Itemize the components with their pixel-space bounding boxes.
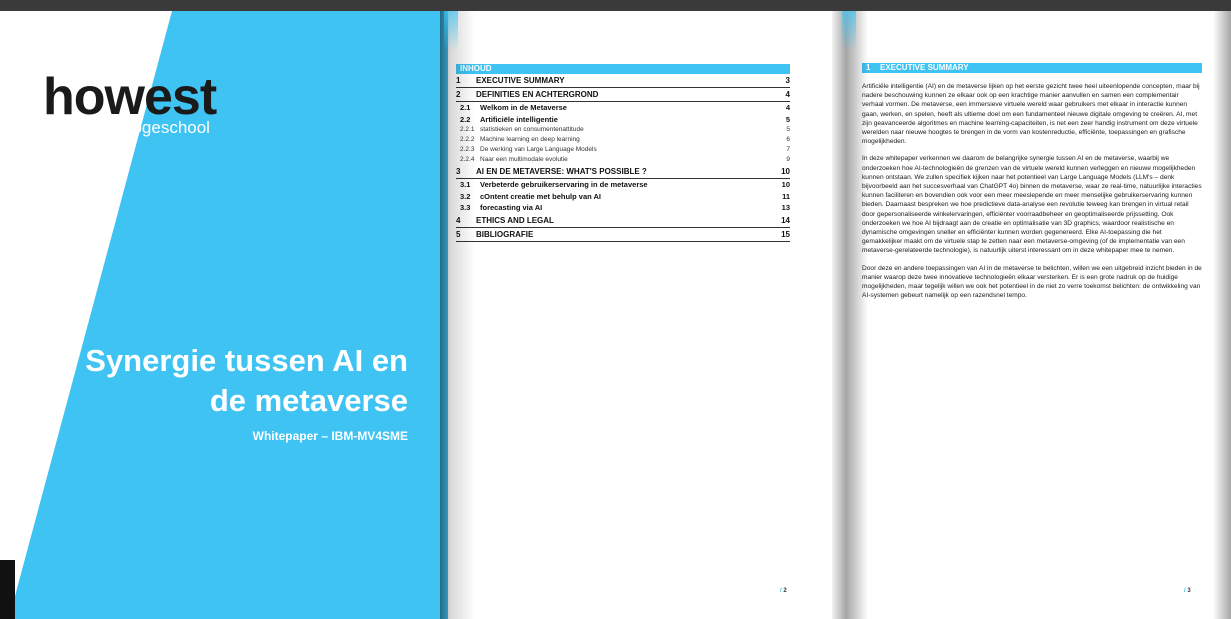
page-shadow: [832, 11, 846, 619]
toc-entry-page: 4: [785, 90, 790, 99]
black-edge: [0, 560, 15, 619]
toc-entry[interactable]: 2.2.3De werking van Large Language Model…: [456, 145, 790, 155]
toc-entry-label: Machine learning en deep learning: [480, 136, 580, 143]
summary-page-number-value: 3: [1187, 588, 1191, 594]
toc-entry-label: cOntent creatie met behulp van AI: [480, 191, 601, 201]
viewer-top-bar: [0, 0, 1231, 11]
toc-entry-label: Artificiële intelligentie: [480, 114, 558, 124]
toc-entry-page: 3: [785, 76, 790, 85]
toc-entry[interactable]: 3.1Verbeterde gebruikerservaring in de m…: [456, 179, 790, 191]
toc-entry[interactable]: 2.2Artificiële intelligentie5: [456, 114, 790, 126]
howest-logo: howest hogeschool: [43, 67, 243, 157]
toc-entry[interactable]: 5BIBLIOGRAFIE15: [456, 228, 790, 242]
toc-entry-page: 4: [785, 103, 790, 112]
summary-body: Artificiële intelligentie (AI) en de met…: [862, 82, 1202, 308]
toc-page-number-value: 2: [783, 588, 787, 594]
toc-entry-label: BIBLIOGRAFIE: [476, 229, 534, 239]
toc-entry-page: 5: [786, 126, 790, 133]
toc-list: 1EXECUTIVE SUMMARY3 2DEFINITIES EN ACHTE…: [456, 74, 790, 242]
toc-entry-label: ETHICS AND LEGAL: [476, 215, 554, 225]
summary-paragraph: Artificiële intelligentie (AI) en de met…: [862, 83, 1200, 146]
toc-entry-page: 15: [781, 229, 790, 239]
toc-page-number: / 2: [780, 588, 787, 594]
toc-entry[interactable]: 3.3forecasting via AI13: [456, 202, 790, 214]
toc-heading: INHOUD: [456, 64, 790, 74]
summary-page-number: / 3: [1184, 588, 1191, 594]
summary-heading-text: EXECUTIVE SUMMARY: [880, 63, 969, 72]
toc-entry-page: 5: [785, 114, 790, 124]
toc-entry-page: 11: [782, 191, 790, 201]
table-of-contents: INHOUD 1EXECUTIVE SUMMARY3 2DEFINITIES E…: [456, 64, 790, 242]
toc-entry-page: 14: [781, 215, 790, 225]
toc-entry-label: De werking van Large Language Models: [480, 146, 597, 153]
toc-entry-label: EXECUTIVE SUMMARY: [476, 76, 565, 85]
toc-entry-label: Verbeterde gebruikerservaring in de meta…: [480, 180, 648, 189]
cover-page: howest hogeschool Synergie tussen AI en …: [15, 11, 448, 619]
summary-paragraph: Door deze en andere toepassingen van AI …: [862, 264, 1202, 300]
toc-entry[interactable]: 2.2.2Machine learning en deep learning6: [456, 135, 790, 145]
toc-entry-page: 10: [781, 167, 790, 176]
toc-entry-page: 7: [786, 146, 790, 153]
toc-entry-label: AI EN DE METAVERSE: WHAT'S POSSIBLE ?: [476, 167, 647, 176]
toc-entry-page: 6: [786, 136, 790, 143]
summary-heading: 1 EXECUTIVE SUMMARY: [862, 63, 1202, 73]
logo-sub-text: hogeschool: [123, 118, 210, 137]
toc-entry-page: 9: [786, 156, 790, 163]
summary-heading-bar: 1 EXECUTIVE SUMMARY: [862, 63, 1202, 73]
toc-entry-label: forecasting via AI: [480, 203, 543, 212]
toc-entry-label: Naar een multimodale evolutie: [480, 156, 568, 163]
page-flip-edge: [444, 11, 458, 51]
toc-entry-label: Welkom in de Metaverse: [480, 103, 567, 112]
page-shadow: [846, 11, 868, 619]
toc-entry-page: 10: [781, 180, 790, 189]
summary-paragraph: In deze whitepaper verkennen we daarom d…: [862, 155, 1202, 255]
toc-entry[interactable]: 2DEFINITIES EN ACHTERGROND4: [456, 88, 790, 102]
toc-entry-page: 13: [781, 203, 790, 212]
toc-page: INHOUD 1EXECUTIVE SUMMARY3 2DEFINITIES E…: [448, 11, 832, 619]
toc-entry[interactable]: 2.2.4Naar een multimodale evolutie9: [456, 155, 790, 165]
toc-entry-label: DEFINITIES EN ACHTERGROND: [476, 90, 599, 99]
toc-entry[interactable]: 4ETHICS AND LEGAL14: [456, 214, 790, 228]
cover-title: Synergie tussen AI en de metaverse: [85, 343, 408, 418]
toc-entry[interactable]: 2.2.1statistieken en consumentenattitude…: [456, 125, 790, 135]
toc-entry[interactable]: 2.1Welkom in de Metaverse4: [456, 102, 790, 114]
toc-entry[interactable]: 3.2cOntent creatie met behulp van AI11: [456, 191, 790, 203]
toc-entry-label: statistieken en consumentenattitude: [480, 126, 584, 133]
toc-entry[interactable]: 1EXECUTIVE SUMMARY3: [456, 74, 790, 88]
page-flip-edge: [842, 11, 856, 51]
cover-subtitle: Whitepaper – IBM-MV4SME: [252, 429, 408, 443]
page-shadow: [440, 11, 475, 619]
page-shadow: [1213, 11, 1231, 619]
summary-page: 1 EXECUTIVE SUMMARY Artificiële intellige…: [846, 11, 1213, 619]
toc-entry[interactable]: 3AI EN DE METAVERSE: WHAT'S POSSIBLE ?10: [456, 165, 790, 179]
summary-heading-number: 1: [866, 63, 871, 72]
